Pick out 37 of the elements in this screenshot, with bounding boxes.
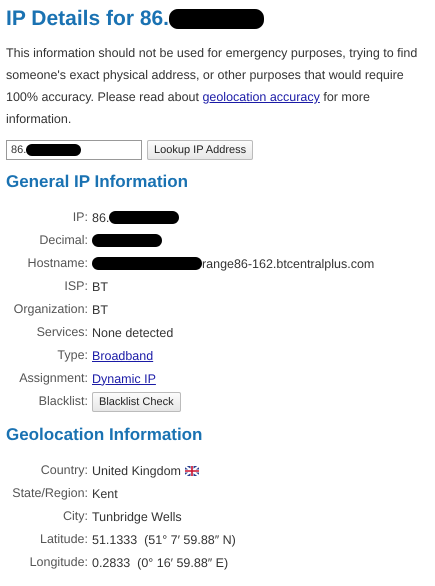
- geolocation-accuracy-link[interactable]: geolocation accuracy: [202, 90, 320, 104]
- field-value: Tunbridge Wells: [92, 510, 182, 524]
- ip-input-field[interactable]: 86.: [6, 140, 142, 160]
- field-value: 86.: [92, 210, 110, 224]
- value-link[interactable]: Dynamic IP: [92, 372, 156, 386]
- section-heading: General IP Information: [6, 172, 190, 192]
- field-label: Latitude:: [39, 531, 88, 548]
- field-label: Longitude:: [28, 554, 88, 571]
- field-value: range86-162.btcentralplus.com: [202, 256, 374, 270]
- field-label: State/Region:: [11, 485, 88, 502]
- field-label: ISP:: [63, 278, 88, 295]
- field-label: Blacklist:: [38, 393, 88, 410]
- field-label: Country:: [40, 462, 88, 479]
- field-value: Kent: [92, 486, 118, 500]
- page-title: IP Details for 86.: [6, 7, 170, 31]
- section-heading: Geolocation Information: [6, 425, 204, 445]
- value-link[interactable]: Broadband: [92, 348, 154, 362]
- field-value: BT: [92, 280, 108, 294]
- field-value: 51.1333 (51° 7′ 59.88″ N): [92, 532, 236, 546]
- field-label: Assignment:: [18, 370, 88, 387]
- notice-text: This information should not be used for emergency purposes, trying to find someone's exact physical address, or other purposes that would require 100% accuracy. Please read about geolocation accuracy for more information.: [6, 45, 418, 128]
- field-label: Organization:: [12, 301, 88, 318]
- redaction-mark: [92, 234, 162, 247]
- redaction-mark: [109, 211, 180, 224]
- blacklist-check-button[interactable]: Blacklist Check: [92, 392, 181, 412]
- field-label: Hostname:: [26, 255, 88, 272]
- lookup-button[interactable]: Lookup IP Address: [147, 140, 254, 160]
- field-value: 0.2833 (0° 16′ 59.88″ E): [92, 556, 228, 570]
- field-value: United Kingdom: [92, 464, 181, 478]
- field-label: City:: [62, 508, 88, 525]
- field-label: Decimal:: [38, 232, 88, 249]
- field-label: IP:: [72, 209, 88, 226]
- field-value: BT: [92, 302, 108, 316]
- flag-icon: [184, 466, 199, 476]
- field-label: Services:: [36, 324, 88, 341]
- field-value: None detected: [92, 326, 174, 340]
- field-label: Type:: [56, 347, 88, 364]
